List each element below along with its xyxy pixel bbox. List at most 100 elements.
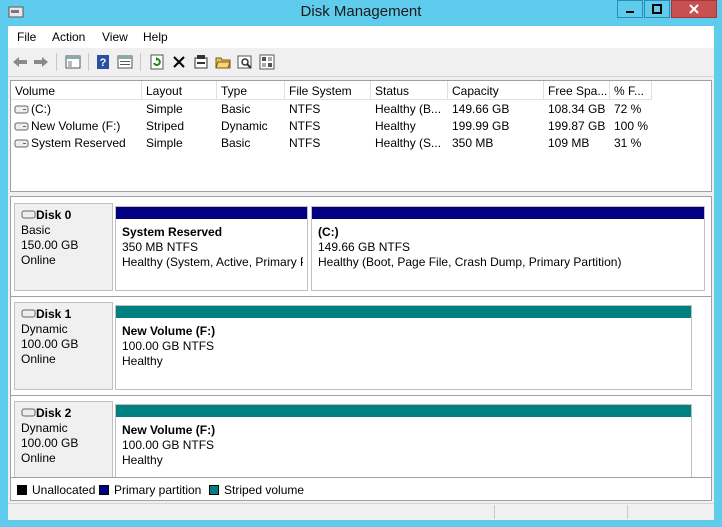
legend-swatch (17, 485, 27, 495)
delete-icon (173, 56, 185, 68)
partition-size: 100.00 GB NTFS (122, 438, 215, 452)
legend-swatch (209, 485, 219, 495)
disk-name: Disk 2 (21, 406, 112, 421)
toolbar-separator (140, 53, 141, 71)
volume-status: Healthy (B... (375, 102, 442, 116)
window-title: Disk Management (300, 3, 422, 20)
volume-name: New Volume (F:) (31, 119, 121, 133)
new-volume-button[interactable] (192, 53, 210, 71)
partition-details: System Reserved 350 MB NTFS Healthy (Sys… (122, 225, 303, 270)
help-button[interactable]: ? (94, 53, 112, 71)
partition-size: 350 MB NTFS (122, 240, 199, 254)
volume-list: Volume Layout Type File System Status Ca… (10, 80, 712, 192)
properties-button[interactable] (116, 53, 134, 71)
status-bar (8, 503, 714, 520)
explore-button[interactable] (236, 53, 254, 71)
status-panel-divider (494, 505, 495, 519)
partition-status: Healthy (Boot, Page File, Crash Dump, Pr… (318, 255, 622, 269)
explore-icon (237, 55, 252, 69)
disk-type: Dynamic (21, 421, 68, 435)
menu-file[interactable]: File (17, 30, 36, 44)
close-button[interactable] (671, 0, 717, 18)
volume-free-space: 108.34 GB (548, 102, 606, 116)
back-button[interactable] (11, 53, 29, 71)
back-arrow-icon (13, 57, 27, 67)
legend-unallocated: Unallocated (17, 483, 95, 497)
disk-separator (11, 296, 711, 297)
drive-icon (14, 105, 29, 114)
console-tree-button[interactable] (64, 53, 82, 71)
column-header-file-system[interactable]: File System (285, 81, 371, 100)
column-header-free-space[interactable]: Free Spa... (544, 81, 610, 100)
maximize-button[interactable] (644, 0, 670, 18)
disk-info-2[interactable]: Disk 2 Dynamic 100.00 GB Online (14, 401, 113, 489)
disk-state: Online (21, 253, 56, 267)
toolbar-separator (88, 53, 89, 71)
maximize-icon (652, 4, 662, 14)
open-button[interactable] (214, 53, 232, 71)
partition-details: New Volume (F:) 100.00 GB NTFS Healthy (122, 423, 687, 468)
title-bar[interactable]: Disk Management (0, 0, 722, 26)
rescan-icon (259, 54, 275, 70)
refresh-icon (150, 54, 164, 70)
legend: Unallocated Primary partition Striped vo… (10, 477, 712, 501)
disk-info-1[interactable]: Disk 1 Dynamic 100.00 GB Online (14, 302, 113, 390)
legend-primary-partition: Primary partition (99, 483, 201, 497)
legend-label: Primary partition (114, 483, 202, 497)
disk-name-label: Disk 2 (36, 406, 72, 420)
volume-type: Dynamic (221, 119, 268, 133)
menu-bar: File Action View Help (8, 26, 714, 48)
new-volume-icon (194, 55, 208, 69)
disk-separator (11, 395, 711, 396)
volume-type: Basic (221, 102, 251, 116)
striped-volume-bar (116, 306, 691, 318)
volume-percent-free: 72 % (614, 102, 642, 116)
refresh-button[interactable] (148, 53, 166, 71)
delete-button[interactable] (170, 53, 188, 71)
menu-view[interactable]: View (102, 30, 128, 44)
help-icon: ? (97, 55, 109, 69)
drive-icon (14, 122, 29, 131)
properties-icon (117, 55, 133, 69)
volume-free-space: 109 MB (548, 136, 590, 150)
disk-row-2: Disk 2 Dynamic 100.00 GB Online New Volu… (11, 401, 711, 489)
disk-size: 150.00 GB (21, 238, 79, 252)
column-header-status[interactable]: Status (371, 81, 448, 100)
column-header-capacity[interactable]: Capacity (448, 81, 544, 100)
minimize-icon (626, 11, 634, 13)
volume-layout: Simple (146, 136, 183, 150)
close-icon (689, 4, 699, 14)
console-tree-icon (65, 55, 81, 69)
disk-state: Online (21, 352, 56, 366)
minimize-button[interactable] (617, 0, 643, 18)
window-frame: Disk Management File Action View Help ? … (0, 0, 722, 527)
legend-label: Striped volume (224, 483, 305, 497)
rescan-button[interactable] (258, 53, 276, 71)
partition-system-reserved[interactable]: System Reserved 350 MB NTFS Healthy (Sys… (115, 206, 308, 291)
disk-icon (21, 309, 36, 318)
legend-swatch (99, 485, 109, 495)
disk-name: Disk 1 (21, 307, 112, 322)
column-header-volume[interactable]: Volume (11, 81, 142, 100)
menu-action[interactable]: Action (52, 30, 85, 44)
disk-row-0: Disk 0 Basic 150.00 GB Online System Res… (11, 203, 711, 291)
status-panel-divider (627, 505, 628, 519)
partition-c-drive[interactable]: (C:) 149.66 GB NTFS Healthy (Boot, Page … (311, 206, 705, 291)
column-header-layout[interactable]: Layout (142, 81, 217, 100)
striped-volume-bar (116, 405, 691, 417)
column-header-percent-free[interactable]: % F... (610, 81, 652, 100)
partition-size: 149.66 GB NTFS (318, 240, 411, 254)
column-header-type[interactable]: Type (217, 81, 285, 100)
disk-info-0[interactable]: Disk 0 Basic 150.00 GB Online (14, 203, 113, 291)
volume-layout: Striped (146, 119, 185, 133)
menu-help[interactable]: Help (143, 30, 168, 44)
svg-text:?: ? (100, 57, 107, 69)
partition-name: System Reserved (122, 225, 223, 239)
primary-partition-bar (312, 207, 704, 219)
forward-button[interactable] (32, 53, 50, 71)
partition-status: Healthy (122, 453, 163, 467)
volume-percent-free: 31 % (614, 136, 642, 150)
partition-status: Healthy (122, 354, 163, 368)
partition-new-volume-f[interactable]: New Volume (F:) 100.00 GB NTFS Healthy (115, 305, 692, 390)
volume-status: Healthy (S... (375, 136, 442, 150)
